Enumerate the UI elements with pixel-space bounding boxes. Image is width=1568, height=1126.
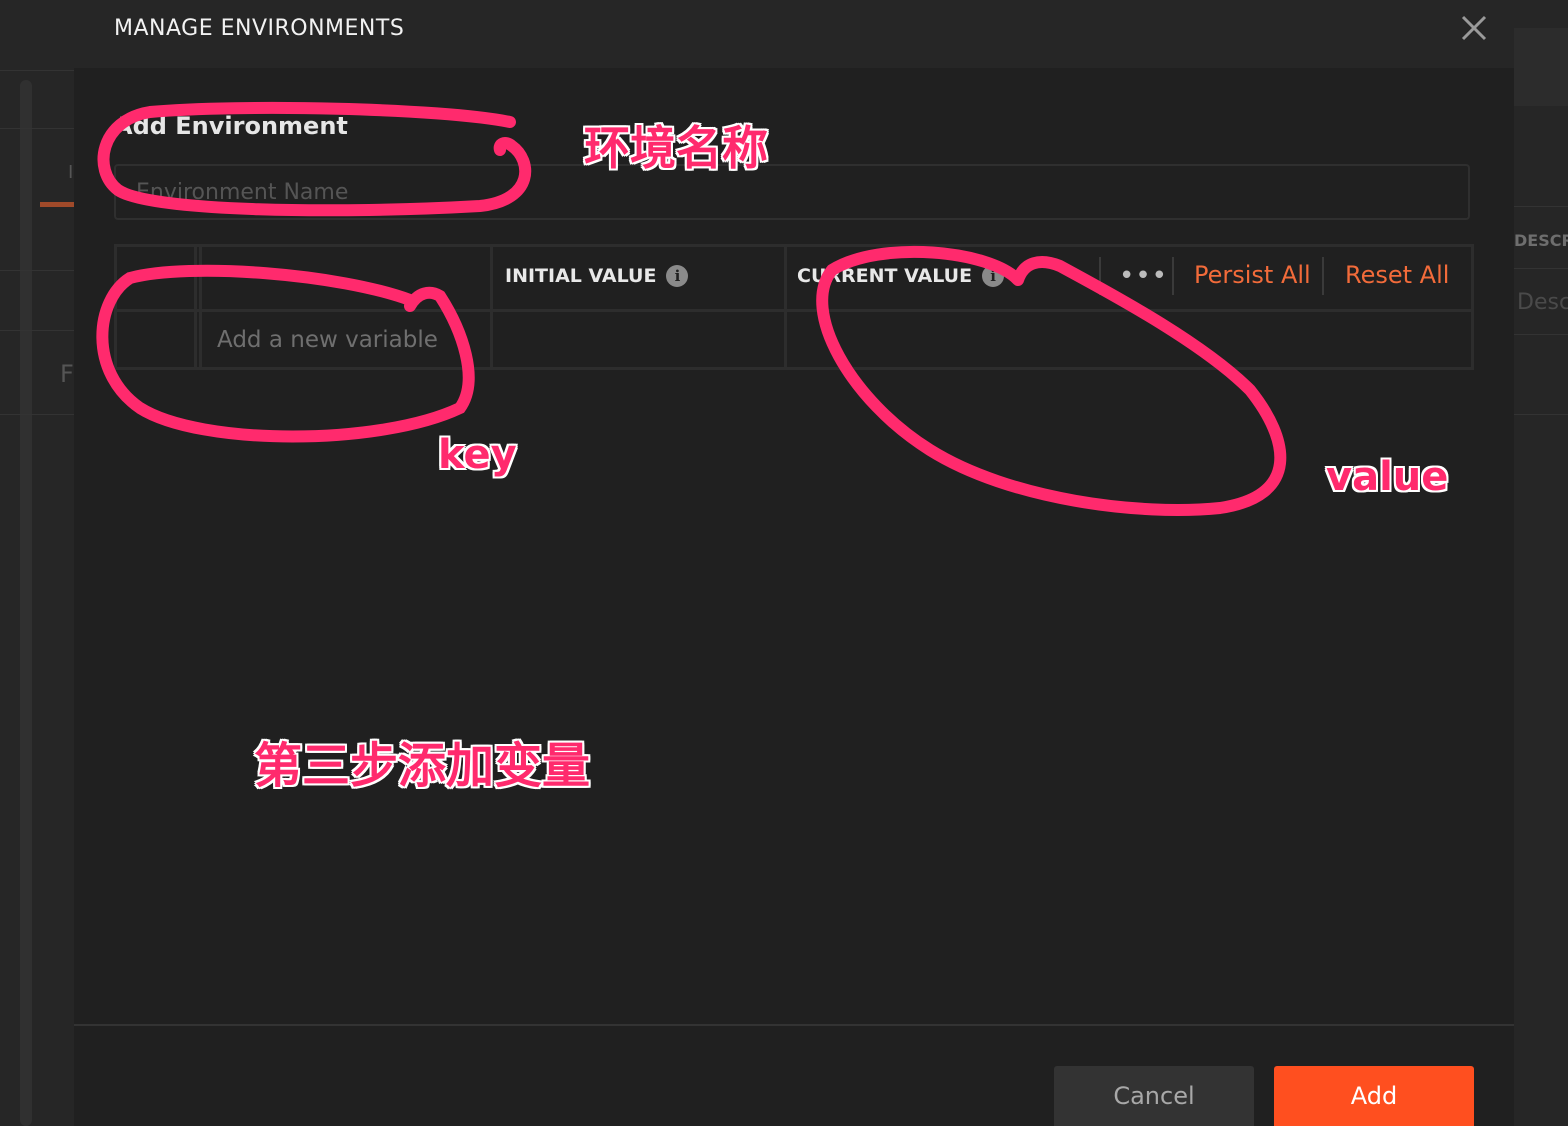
background-divider: [0, 128, 74, 129]
modal-header: MANAGE ENVIRONMENTS: [74, 0, 1514, 68]
annotation-label-key: key: [438, 432, 517, 478]
background-left-panel: I F: [0, 0, 74, 1126]
persist-all-button[interactable]: Persist All: [1194, 261, 1311, 289]
background-text-fragment: F: [60, 360, 74, 388]
background-scrollbar: [20, 80, 32, 1126]
add-environment-heading: Add Environment: [114, 112, 348, 140]
background-divider: [1514, 268, 1568, 269]
background-divider: [0, 414, 74, 415]
background-divider: [1514, 414, 1568, 415]
reset-all-button[interactable]: Reset All: [1345, 261, 1449, 289]
table-header-divider: [117, 309, 1471, 312]
column-divider: [199, 247, 202, 367]
column-header-current-value: CURRENT VALUE i: [797, 265, 1005, 287]
info-icon[interactable]: i: [982, 265, 1005, 287]
background-divider: [0, 330, 74, 331]
background-divider: [1514, 206, 1568, 207]
column-divider: [490, 247, 493, 367]
cancel-button[interactable]: Cancel: [1054, 1066, 1254, 1126]
background-block: [1514, 28, 1568, 106]
background-divider: [0, 270, 74, 271]
table-header-row: INITIAL VALUE i CURRENT VALUE i ••• Pers…: [117, 247, 1471, 309]
background-column-header: DESCR: [1514, 231, 1568, 250]
column-divider: [784, 247, 787, 367]
annotation-label-step: 第三步添加变量: [254, 738, 591, 794]
initial-value-input[interactable]: [494, 313, 783, 367]
background-divider: [0, 70, 74, 71]
background-text-fragment: I: [68, 162, 74, 183]
add-button[interactable]: Add: [1274, 1066, 1474, 1126]
modal-title: MANAGE ENVIRONMENTS: [114, 16, 405, 41]
column-divider: [194, 247, 197, 367]
background-description-placeholder: Desc: [1517, 290, 1568, 315]
background-right-panel: DESCR Desc: [1514, 0, 1568, 1126]
variable-key-input[interactable]: [203, 313, 489, 367]
footer-divider: [74, 1024, 1514, 1026]
annotation-label-value: value: [1326, 454, 1449, 500]
environment-name-input[interactable]: [114, 164, 1470, 220]
manage-environments-modal: MANAGE ENVIRONMENTS Add Environment INIT…: [74, 0, 1514, 1126]
header-separator: [1172, 257, 1174, 295]
column-header-initial-value-label: INITIAL VALUE: [505, 265, 657, 287]
variables-table: INITIAL VALUE i CURRENT VALUE i ••• Pers…: [114, 244, 1474, 370]
close-icon[interactable]: [1458, 12, 1490, 44]
current-value-input[interactable]: [788, 313, 1468, 367]
header-separator: [1322, 257, 1324, 295]
annotation-label-env-name: 环境名称: [584, 121, 768, 175]
info-icon[interactable]: i: [666, 265, 689, 287]
header-separator: [1099, 257, 1101, 295]
more-horizontal-icon[interactable]: •••: [1119, 261, 1168, 291]
background-divider: [1514, 334, 1568, 335]
row-checkbox-cell: [117, 313, 194, 367]
column-header-current-value-label: CURRENT VALUE: [797, 265, 973, 287]
column-header-initial-value: INITIAL VALUE i: [505, 265, 689, 287]
background-active-tab-indicator: [40, 202, 74, 207]
